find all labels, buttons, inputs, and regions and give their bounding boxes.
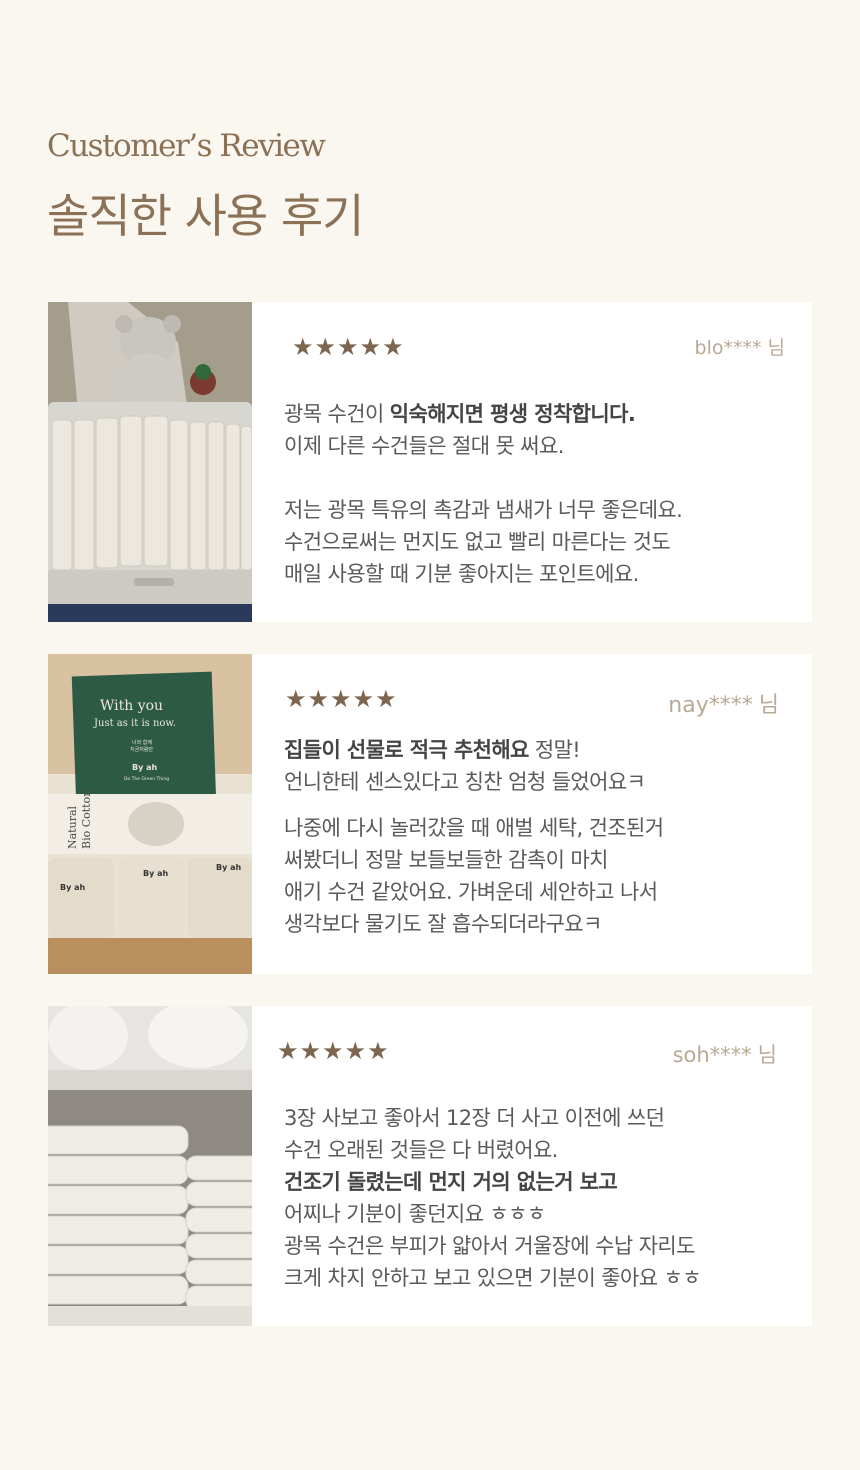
review-text: 광목 수건이 익숙해지면 평생 정착합니다. 이제 다른 수건들은 절대 못 써… [284,398,794,590]
review-line: 크게 차지 안하고 보고 있으면 기분이 좋아요 ㅎㅎ [284,1266,702,1290]
review-line: 언니한테 센스있다고 칭찬 엄청 들었어요ㅋ [284,770,646,794]
review-highlight: 익숙해지면 평생 정착합니다. [389,402,636,426]
reviewer-suffix: 님 [767,337,785,359]
review-card: ★★★★★ blo**** 님 광목 수건이 익숙해지면 평생 정착합니다. 이제… [48,302,812,622]
rating-stars: ★★★★★ [277,1037,390,1065]
reviewer-suffix: 님 [757,1043,777,1067]
review-line: 어찌나 기분이 좋던지요 ㅎㅎㅎ [284,1202,546,1226]
card-brand: By ah [132,763,157,772]
card-small-1: 너와 함께 [132,739,152,746]
review-highlight: 건조기 돌렸는데 먼지 거의 없는거 보고 [284,1170,618,1194]
reviewer-name: nay**** 님 [668,687,779,719]
review-photo-towel-basket [48,302,252,622]
rating-stars: ★★★★★ [292,333,405,361]
review-line: 애기 수건 같았어요. 가벼운데 세안하고 나서 [284,880,658,904]
reviewer-suffix: 님 [758,693,779,718]
section-eyebrow: Customer’s Review [47,128,326,164]
card-text-line2: Just as it is now. [93,718,176,729]
review-line: 이제 다른 수건들은 절대 못 써요. [284,434,564,458]
rating-stars: ★★★★★ [285,685,398,713]
towel-brand-2: By ah [143,869,168,878]
review-photo-gift-box: With you Just as it is now. 너와 함께 지금처럼만 … [48,654,252,974]
card-small-2: 지금처럼만 [130,746,153,753]
towel-brand-3: By ah [216,863,241,872]
label-natural: Natural [66,805,79,849]
review-line: 수건으로써는 먼지도 없고 빨리 마른다는 것도 [284,530,671,554]
towel-brand-1: By ah [60,883,85,892]
reviewer-id: soh**** [672,1043,752,1067]
reviewer-name: blo**** 님 [695,333,785,360]
review-line: 생각보다 물기도 잘 흡수되더라구요ㅋ [284,912,602,936]
review-card: With you Just as it is now. 너와 함께 지금처럼만 … [48,654,812,974]
reviewer-name: soh**** 님 [673,1039,777,1069]
review-photo-closet-shelf [48,1006,252,1326]
review-line: 정말! [528,738,581,762]
card-text-line1: With you [100,698,163,714]
card-brand-tag: Do The Green Thing [124,776,169,782]
review-line: 저는 광목 특유의 촉감과 냄새가 너무 좋은데요. [284,498,683,522]
review-text: 집들이 선물로 적극 추천해요 정말! 언니한테 센스있다고 칭찬 엄청 들었어… [284,734,794,940]
reviewer-id: blo**** [694,337,762,359]
section-title: 솔직한 사용 후기 [47,189,364,243]
label-biocotton: Bio Cotton [80,790,93,849]
review-line: 광목 수건이 [284,402,390,426]
review-line: 3장 사보고 좋아서 12장 더 사고 이전에 쓰던 [284,1106,665,1130]
reviewer-id: nay**** [668,693,753,718]
review-line: 써봤더니 정말 보들보들한 감촉이 마치 [284,848,608,872]
review-line: 수건 오래된 것들은 다 버렸어요. [284,1138,558,1162]
review-text: 3장 사보고 좋아서 12장 더 사고 이전에 쓰던 수건 오래된 것들은 다 … [284,1102,794,1294]
review-line: 매일 사용할 때 기분 좋아지는 포인트에요. [284,562,639,586]
review-highlight: 집들이 선물로 적극 추천해요 [284,738,529,762]
review-line: 나중에 다시 놀러갔을 때 애벌 세탁, 건조된거 [284,816,664,840]
review-card: ★★★★★ soh**** 님 3장 사보고 좋아서 12장 더 사고 이전에 쓰… [48,1006,812,1326]
review-line: 광목 수건은 부피가 얇아서 거울장에 수납 자리도 [284,1234,695,1258]
